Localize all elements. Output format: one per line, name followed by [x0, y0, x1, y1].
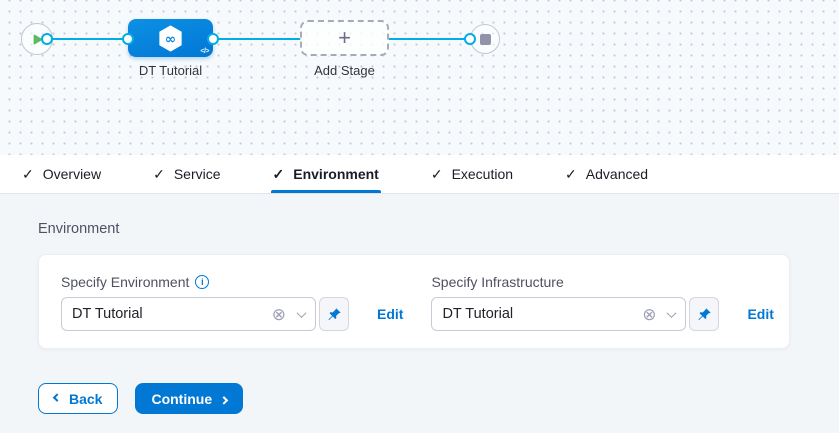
- check-icon: ✓: [565, 166, 577, 183]
- tab-overview[interactable]: ✓ Overview: [22, 155, 101, 193]
- clear-icon[interactable]: ⊗: [272, 306, 286, 323]
- infinity-glyph: ∞: [165, 31, 176, 47]
- continue-button[interactable]: Continue: [135, 383, 243, 414]
- tab-environment[interactable]: ✓ Environment: [273, 155, 379, 193]
- clear-icon[interactable]: ⊗: [642, 306, 656, 323]
- wizard-footer: Back Continue: [38, 383, 801, 414]
- tab-label: Environment: [293, 166, 379, 182]
- tab-execution[interactable]: ✓ Execution: [431, 155, 513, 193]
- add-stage-button[interactable]: +: [300, 20, 389, 56]
- pipeline-canvas[interactable]: ∞ </> DT Tutorial + Add Stage: [0, 0, 839, 155]
- check-icon: ✓: [22, 166, 34, 183]
- check-icon: ✓: [273, 166, 285, 183]
- pin-icon: [327, 307, 342, 322]
- stage-node-dt-tutorial[interactable]: ∞ </>: [128, 19, 213, 57]
- infrastructure-field-label: Specify Infrastructure: [431, 274, 563, 290]
- environment-panel: Environment Specify Environment i DT Tut…: [0, 194, 839, 433]
- back-button[interactable]: Back: [38, 383, 118, 414]
- chevron-down-icon[interactable]: [667, 308, 677, 318]
- section-title: Environment: [38, 221, 801, 237]
- tab-service[interactable]: ✓ Service: [153, 155, 220, 193]
- infrastructure-pin-button[interactable]: [689, 297, 719, 331]
- environment-field: Specify Environment i DT Tutorial ⊗: [61, 274, 403, 348]
- info-icon[interactable]: i: [195, 275, 209, 289]
- stage-tabs: ✓ Overview ✓ Service ✓ Environment ✓ Exe…: [0, 155, 839, 194]
- deployment-hexagon-icon: ∞: [155, 23, 186, 54]
- chevron-left-icon: [53, 393, 61, 401]
- add-stage-label: Add Stage: [277, 63, 412, 78]
- infrastructure-edit-link[interactable]: Edit: [747, 306, 773, 322]
- environment-pin-button[interactable]: [319, 297, 349, 331]
- tab-label: Service: [174, 166, 221, 182]
- infrastructure-select-value: DT Tutorial: [442, 306, 642, 322]
- chevron-right-icon: [220, 396, 228, 404]
- back-button-label: Back: [69, 391, 102, 407]
- check-icon: ✓: [153, 166, 165, 183]
- infrastructure-field: Specify Infrastructure DT Tutorial ⊗: [431, 274, 773, 348]
- environment-select-value: DT Tutorial: [72, 306, 272, 322]
- connector-port: [41, 33, 53, 45]
- edge-stage-to-addstage: [213, 38, 301, 40]
- check-icon: ✓: [431, 166, 443, 183]
- chevron-down-icon[interactable]: [297, 308, 307, 318]
- infrastructure-select[interactable]: DT Tutorial ⊗: [431, 297, 686, 331]
- edge-addstage-to-end: [389, 38, 470, 40]
- connector-port: [207, 33, 219, 45]
- tab-label: Execution: [452, 166, 513, 182]
- tab-advanced[interactable]: ✓ Advanced: [565, 155, 648, 193]
- pin-icon: [697, 307, 712, 322]
- tab-label: Advanced: [586, 166, 648, 182]
- edge-start-to-stage: [47, 38, 129, 40]
- code-icon: </>: [200, 48, 209, 55]
- connector-port: [464, 33, 476, 45]
- environment-field-label: Specify Environment: [61, 274, 189, 290]
- environment-edit-link[interactable]: Edit: [377, 306, 403, 322]
- tab-label: Overview: [43, 166, 101, 182]
- connector-port: [122, 33, 134, 45]
- stop-icon: [480, 34, 491, 45]
- continue-button-label: Continue: [151, 391, 212, 407]
- environment-select[interactable]: DT Tutorial ⊗: [61, 297, 316, 331]
- environment-card: Specify Environment i DT Tutorial ⊗: [38, 254, 790, 349]
- stage-editor: ∞ </> DT Tutorial + Add Stage ✓ Overview…: [0, 0, 839, 433]
- stage-node-label: DT Tutorial: [103, 63, 238, 78]
